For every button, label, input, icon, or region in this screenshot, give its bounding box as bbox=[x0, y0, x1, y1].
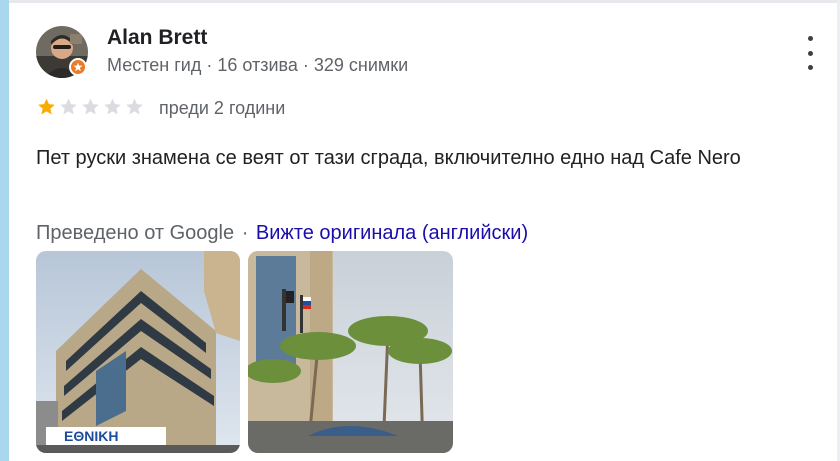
separator: · bbox=[241, 222, 249, 244]
local-guide-badge-icon bbox=[69, 58, 87, 76]
bank-sign-text: ΕΘΝΙΚΗ bbox=[64, 428, 118, 444]
reviewer-name[interactable]: Alan Brett bbox=[107, 26, 207, 50]
star-empty-icon bbox=[82, 98, 99, 115]
more-options-icon[interactable] bbox=[800, 36, 820, 70]
translated-by-label: Преведено от Google bbox=[36, 222, 235, 244]
star-empty-icon bbox=[60, 98, 77, 115]
top-border bbox=[0, 0, 840, 3]
left-accent-bar bbox=[0, 0, 9, 461]
star-empty-icon bbox=[126, 98, 143, 115]
review-photo-2[interactable] bbox=[248, 251, 453, 453]
star-empty-icon bbox=[104, 98, 121, 115]
review-text: Пет руски знамена се веят от тази сграда… bbox=[36, 147, 741, 169]
reviewer-meta: Местен гид · 16 отзива · 329 снимки bbox=[107, 55, 409, 75]
review-photo-1[interactable]: ΕΘΝΙΚΗ bbox=[36, 251, 240, 453]
star-rating bbox=[36, 97, 146, 117]
see-original-link[interactable]: Вижте оригинала (английски) bbox=[256, 222, 528, 244]
star-filled-icon bbox=[38, 98, 55, 115]
translation-line: Преведено от Google · Вижте оригинала (а… bbox=[36, 222, 528, 245]
review-time: преди 2 години bbox=[159, 98, 286, 118]
